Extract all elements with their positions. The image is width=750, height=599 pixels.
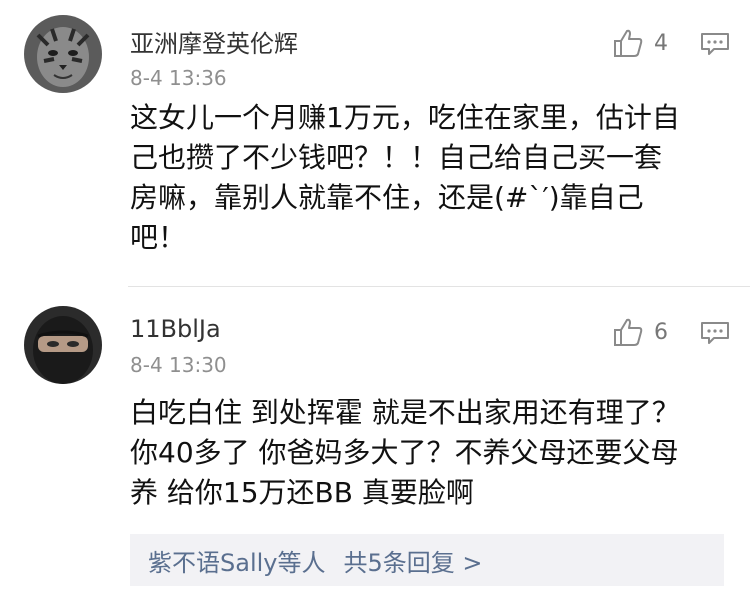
reply-users: 紫不语Sally等人 [148,548,326,577]
comment-item: 11BblJa 8-4 13:30 6 白吃白住 到处挥霍 就是不出家用还有理了… [0,287,750,599]
comment-line: 你40多了 你爸妈多大了？不养父母还要父母 [130,436,679,469]
masked-face-avatar-icon [24,306,102,384]
comment-line: 养 给你15万还BB 真要脸啊 [130,476,474,509]
comment-line: 这女儿一个月赚1万元，吃住在家里，估计自 [130,101,680,134]
comment-line: 己也攒了不少钱吧？！！自己给自己买一套 [130,141,663,174]
comment-time: 8-4 13:36 [130,66,227,90]
thumbs-up-icon [614,318,643,346]
username[interactable]: 亚洲摩登英伦辉 [130,24,298,59]
view-replies-link[interactable]: 紫不语Sally等人 共5条回复 > [130,534,724,586]
like-count: 4 [654,30,668,56]
like-button[interactable]: 4 [612,27,668,59]
comment-bubble-icon [701,33,729,55]
comment-bubble-icon [701,322,729,344]
like-button[interactable]: 6 [612,316,668,348]
avatar[interactable] [24,306,102,384]
like-count: 6 [654,319,668,345]
avatar[interactable] [24,15,102,93]
thumbs-up-icon [614,29,643,57]
comment-item: 亚洲摩登英伦辉 8-4 13:36 4 这女儿一个月赚1万元，吃住在家里，估计自… [0,0,750,286]
comment-text: 这女儿一个月赚1万元，吃住在家里，估计自 己也攒了不少钱吧？！！自己给自己买一套… [130,98,730,258]
reply-count: 共5条回复 > [343,548,483,577]
reply-button[interactable] [700,32,730,56]
comment-line: 房嘛，靠别人就靠不住，还是(#`′)靠自己 [130,181,644,214]
comment-text: 白吃白住 到处挥霍 就是不出家用还有理了？ 你40多了 你爸妈多大了？不养父母还… [130,393,730,513]
username[interactable]: 11BblJa [130,315,221,343]
tiger-face-avatar-icon [24,15,102,93]
comment-line: 白吃白住 到处挥霍 就是不出家用还有理了？ [130,396,680,429]
comment-time: 8-4 13:30 [130,353,227,377]
comment-line: 吧！ [130,221,187,254]
reply-button[interactable] [700,321,730,345]
